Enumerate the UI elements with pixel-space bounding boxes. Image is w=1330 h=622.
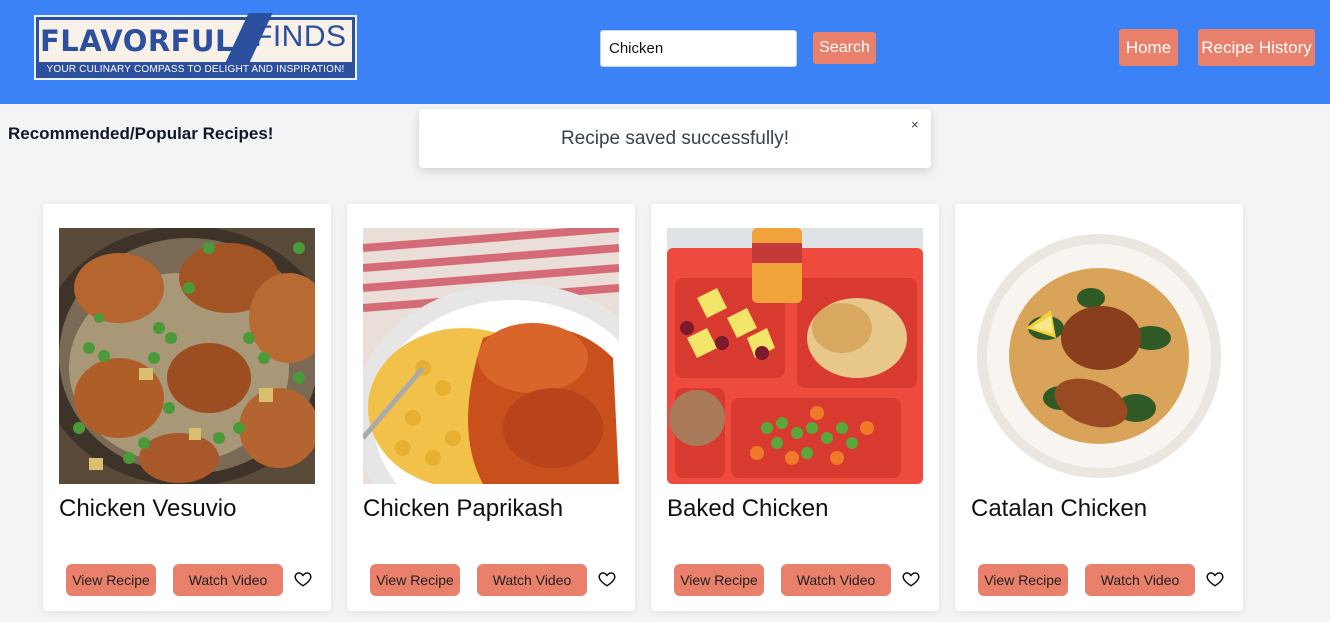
recipe-image[interactable]	[971, 228, 1227, 484]
nav-home-button[interactable]: Home	[1119, 29, 1178, 66]
toast-message: Recipe saved successfully!	[560, 128, 790, 149]
logo-text-right: FINDS	[254, 20, 347, 53]
view-recipe-button[interactable]: View Recipe	[978, 564, 1068, 596]
view-recipe-button[interactable]: View Recipe	[674, 564, 764, 596]
recipe-image[interactable]	[667, 228, 923, 484]
view-recipe-button[interactable]: View Recipe	[370, 564, 460, 596]
site-logo[interactable]: FLAVORFUL FINDS YOUR CULINARY COMPASS TO…	[34, 13, 357, 80]
recipe-title: Chicken Vesuvio	[59, 495, 237, 522]
toast-notification: Recipe saved successfully! ×	[419, 109, 931, 168]
search-button[interactable]: Search	[813, 32, 876, 64]
recipe-card: Chicken Paprikash View Recipe Watch Vide…	[347, 204, 635, 611]
recipe-title: Chicken Paprikash	[363, 495, 564, 522]
close-icon[interactable]: ×	[911, 117, 919, 132]
watch-video-button[interactable]: Watch Video	[477, 564, 587, 596]
recipe-card: Chicken Vesuvio View Recipe Watch Video	[43, 204, 331, 611]
heart-icon[interactable]	[902, 570, 920, 588]
watch-video-button[interactable]: Watch Video	[1085, 564, 1195, 596]
nav-recipe-history-button[interactable]: Recipe History	[1198, 29, 1315, 66]
search-input[interactable]	[600, 30, 797, 67]
heart-icon[interactable]	[294, 570, 312, 588]
logo-tagline: YOUR CULINARY COMPASS TO DELIGHT AND INS…	[46, 64, 345, 75]
logo-text-left: FLAVORFUL	[40, 24, 235, 58]
recipe-card: Catalan Chicken View Recipe Watch Video	[955, 204, 1243, 611]
view-recipe-button[interactable]: View Recipe	[66, 564, 156, 596]
recipe-title: Catalan Chicken	[971, 495, 1148, 522]
recipe-image[interactable]	[363, 228, 619, 484]
recipe-card: Baked Chicken View Recipe Watch Video	[651, 204, 939, 611]
header-bar: FLAVORFUL FINDS YOUR CULINARY COMPASS TO…	[0, 0, 1330, 104]
recipe-title: Baked Chicken	[667, 495, 829, 522]
recipe-image[interactable]	[59, 228, 315, 484]
watch-video-button[interactable]: Watch Video	[173, 564, 283, 596]
section-title: Recommended/Popular Recipes!	[8, 124, 274, 143]
heart-icon[interactable]	[598, 570, 616, 588]
heart-icon[interactable]	[1206, 570, 1224, 588]
watch-video-button[interactable]: Watch Video	[781, 564, 891, 596]
